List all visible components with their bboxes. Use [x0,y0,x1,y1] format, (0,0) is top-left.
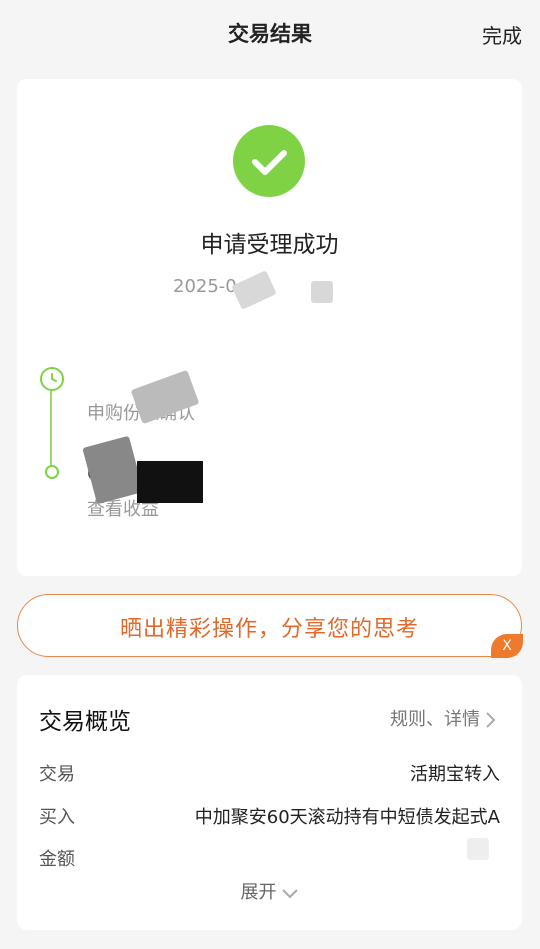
row-amount-label: 金额 [39,849,75,870]
share-banner[interactable]: 晒出精彩操作，分享您的思考 X [17,594,523,658]
rules-details-link[interactable]: 规则、详情 [390,705,496,731]
success-check-icon [233,125,305,197]
row-buy-label: 买入 [39,807,75,828]
chevron-down-icon [281,889,298,899]
result-card: 申请受理成功 2025-0 申购份额确认 0 查看收益 [17,79,522,576]
result-time: 2025-0 [173,276,237,297]
rules-details-label: 规则、详情 [390,709,480,730]
expand-label: 展开 [240,882,277,903]
done-button[interactable]: 完成 [482,20,522,49]
top-bar: 交易结果 完成 [0,0,540,64]
timeline-dot [45,465,59,479]
page-title: 交易结果 [228,22,312,46]
redaction-mark [137,461,203,503]
share-banner-label: 晒出精彩操作，分享您的思考 [119,617,419,642]
row-trade-value: 活期宝转入 [410,764,500,785]
close-share-button[interactable]: X [491,634,523,658]
redaction-mark [82,435,144,505]
redaction-mark [231,270,277,310]
redaction-mark [311,281,333,303]
result-status: 申请受理成功 [200,232,339,258]
expand-button[interactable]: 展开 [17,878,522,904]
row-trade-label: 交易 [39,764,75,785]
redaction-mark [467,838,489,860]
row-buy-value: 中加聚安60天滚动持有中短债发起式A [194,807,500,828]
trade-overview-card: 交易概览 规则、详情 交易 活期宝转入 买入 中加聚安60天滚动持有中短债发起式… [17,675,522,930]
overview-title: 交易概览 [39,709,131,735]
timeline-line [50,391,52,471]
clock-icon [40,367,64,391]
chevron-right-icon [486,712,496,728]
